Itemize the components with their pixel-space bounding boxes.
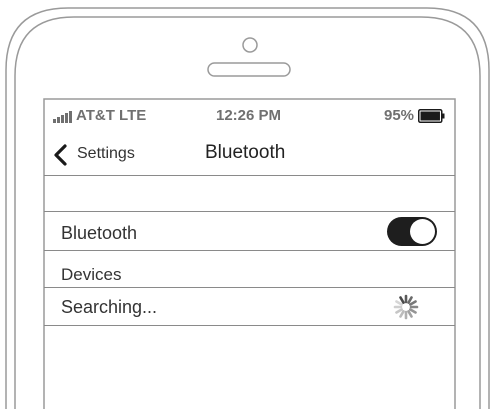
bluetooth-toggle[interactable] <box>387 217 437 246</box>
loading-spinner-icon <box>393 294 419 320</box>
status-bar: AT&T LTE 12:26 PM 95% <box>44 99 455 132</box>
battery-percentage: 95% <box>384 107 415 124</box>
bluetooth-setting-row: Bluetooth <box>44 211 455 251</box>
battery-icon <box>418 109 445 123</box>
searching-status-label: Searching... <box>61 297 158 317</box>
speaker-slot <box>207 62 291 77</box>
back-button-label: Settings <box>77 145 135 162</box>
device-search-row: Searching... <box>44 287 455 326</box>
carrier-label: AT&T LTE <box>76 107 147 124</box>
clock-time: 12:26 PM <box>216 107 282 124</box>
toggle-knob <box>410 219 435 244</box>
page-title: Bluetooth <box>205 142 286 163</box>
camera-icon <box>242 37 258 53</box>
signal-bars-icon <box>53 111 73 123</box>
phone-screen: AT&T LTE 12:26 PM 95% Settings Bluetooth… <box>44 99 455 409</box>
bluetooth-setting-label: Bluetooth <box>61 223 138 243</box>
wireframe-stage: AT&T LTE 12:26 PM 95% Settings Bluetooth… <box>0 0 495 409</box>
devices-section-header: Devices <box>61 265 122 284</box>
chevron-left-icon <box>54 144 67 166</box>
navigation-bar: Settings Bluetooth <box>44 132 455 176</box>
